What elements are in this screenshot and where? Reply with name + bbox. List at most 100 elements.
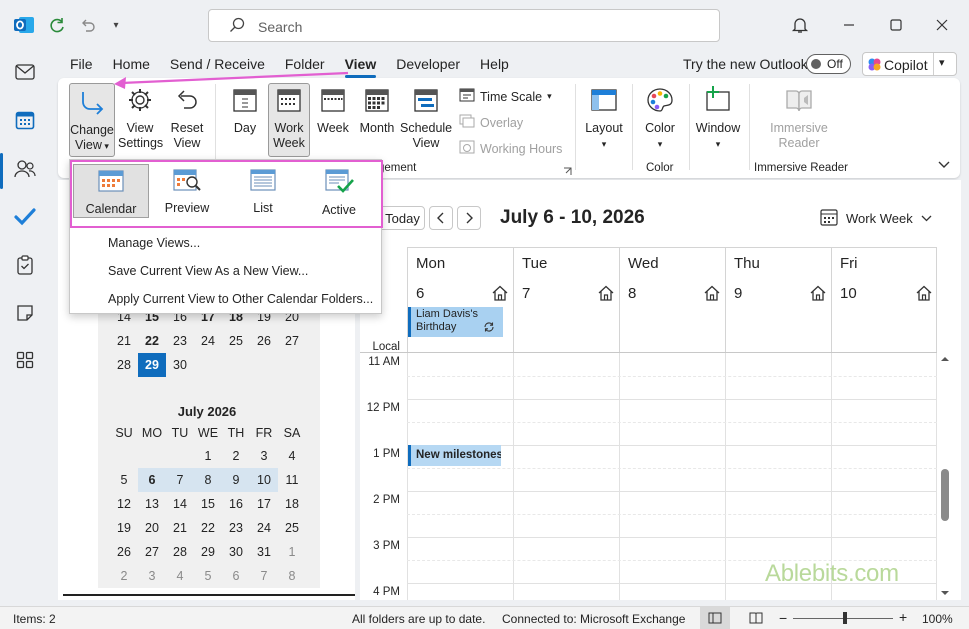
date-cell[interactable]: 14 [166,492,194,516]
rail-notes-icon[interactable] [8,296,42,330]
minimize-button[interactable] [834,12,864,38]
reading-view-icon[interactable] [749,612,763,627]
date-cell[interactable]: 8 [278,564,306,588]
date-cell[interactable]: 4 [278,444,306,468]
manage-views-menu-item[interactable]: Manage Views... [108,236,200,250]
event-birthday[interactable]: Liam Davis's Birthday [408,307,503,337]
view-selector-dropdown[interactable]: Work Week [820,208,932,229]
undo-icon[interactable] [76,13,100,37]
week-view-button[interactable]: Week [313,86,353,136]
date-cell[interactable]: 12 [110,492,138,516]
rail-calendar-icon[interactable] [8,103,42,137]
layout-button[interactable]: Layout ▾ [583,86,625,152]
day-header-tue[interactable]: Tue 7 [513,247,619,353]
chevron-down-icon[interactable]: ▾ [939,56,945,69]
date-cell[interactable]: 26 [110,540,138,564]
date-cell[interactable]: 3 [250,444,278,468]
tab-developer[interactable]: Developer [386,53,470,75]
day-header-wed[interactable]: Wed 8 [619,247,725,353]
date-cell[interactable]: 28 [166,540,194,564]
zoom-out-icon[interactable]: − [779,610,787,626]
date-cell[interactable]: 27 [138,540,166,564]
date-cell[interactable]: 1 [278,540,306,564]
date-cell[interactable]: 10 [250,468,278,492]
date-cell[interactable]: 23 [222,516,250,540]
tab-help[interactable]: Help [470,53,519,75]
date-cell[interactable]: 2 [110,564,138,588]
date-cell[interactable]: 22 [194,516,222,540]
color-button[interactable]: Color ▾ [638,86,682,152]
sync-icon[interactable] [45,13,69,37]
date-cell[interactable]: 29 [194,540,222,564]
day-header-mon[interactable]: Mon 6 [407,247,513,353]
date-cell[interactable]: 16 [222,492,250,516]
day-header-thu[interactable]: Thu 9 [725,247,831,353]
date-cell[interactable]: 21 [110,329,138,353]
date-cell[interactable]: 25 [222,329,250,353]
scroll-up-icon[interactable] [940,354,950,364]
close-button[interactable] [927,12,957,38]
arrangement-dialog-launcher-icon[interactable] [563,164,572,179]
date-cell[interactable]: 11 [278,468,306,492]
date-cell[interactable]: 5 [110,468,138,492]
rail-people-icon[interactable] [8,152,42,186]
date-cell[interactable]: 25 [278,516,306,540]
rail-mail-icon[interactable] [8,55,42,89]
date-cell[interactable]: 30 [222,540,250,564]
date-cell[interactable]: 13 [138,492,166,516]
overlay-button[interactable]: Overlay [459,114,523,131]
date-cell[interactable]: 18 [278,492,306,516]
date-cell[interactable]: 2 [222,444,250,468]
month-view-button[interactable]: Month [357,86,397,136]
event-new-milestones[interactable]: New milestones [408,445,501,466]
date-cell[interactable]: 24 [250,516,278,540]
reset-view-button[interactable]: Reset View [166,86,208,151]
previous-week-button[interactable] [429,206,453,230]
view-option-active[interactable]: Active [301,164,377,218]
date-cell[interactable]: 19 [110,516,138,540]
search-box[interactable]: Search [208,9,720,42]
customize-toolbar-chevron-icon[interactable]: ▾ [104,13,128,37]
immersive-reader-button[interactable]: Immersive Reader [761,86,837,151]
notifications-bell-icon[interactable] [785,12,815,38]
date-cell[interactable]: 21 [166,516,194,540]
try-new-outlook-toggle[interactable]: Off [806,54,851,74]
rail-apps-icon[interactable] [8,343,42,377]
window-button[interactable]: Window ▾ [694,84,742,152]
date-cell[interactable]: 9 [222,468,250,492]
schedule-view-button[interactable]: Schedule View [400,86,452,151]
day-view-button[interactable]: Day [225,86,265,136]
date-cell[interactable]: 4 [166,564,194,588]
date-cell[interactable]: 1 [194,444,222,468]
date-cell[interactable]: 20 [138,516,166,540]
date-cell[interactable]: 31 [250,540,278,564]
date-cell[interactable]: 5 [194,564,222,588]
next-week-button[interactable] [457,206,481,230]
today-date-cell[interactable]: 29 [138,353,166,377]
day-header-fri[interactable]: Fri 10 [831,247,937,353]
date-cell[interactable]: 15 [194,492,222,516]
date-cell[interactable]: 22 [138,329,166,353]
ribbon-collapse-chevron-icon[interactable] [938,158,950,172]
maximize-button[interactable] [881,12,911,38]
tab-file[interactable]: File [60,53,103,75]
zoom-slider-thumb[interactable] [843,612,847,624]
calendar-scrollbar[interactable] [940,352,950,600]
date-cell[interactable]: 8 [194,468,222,492]
date-cell[interactable]: 28 [110,353,138,377]
view-option-list[interactable]: List [225,164,301,218]
date-cell[interactable]: 27 [278,329,306,353]
view-settings-button[interactable]: View Settings [118,86,163,151]
rail-todo-icon[interactable] [8,200,42,234]
rail-tasks-clipboard-icon[interactable] [8,248,42,282]
date-cell[interactable]: 30 [166,353,194,377]
copilot-button[interactable]: Copilot ▾ [862,52,957,76]
date-cell[interactable]: 17 [250,492,278,516]
work-week-view-button[interactable]: Work Week [268,83,310,157]
working-hours-button[interactable]: Working Hours [459,140,562,157]
change-view-button[interactable]: Change View ▾ [69,83,115,157]
date-cell[interactable]: 6 [138,468,166,492]
normal-view-button[interactable] [700,607,730,629]
date-cell[interactable]: 26 [250,329,278,353]
date-cell[interactable]: 6 [222,564,250,588]
